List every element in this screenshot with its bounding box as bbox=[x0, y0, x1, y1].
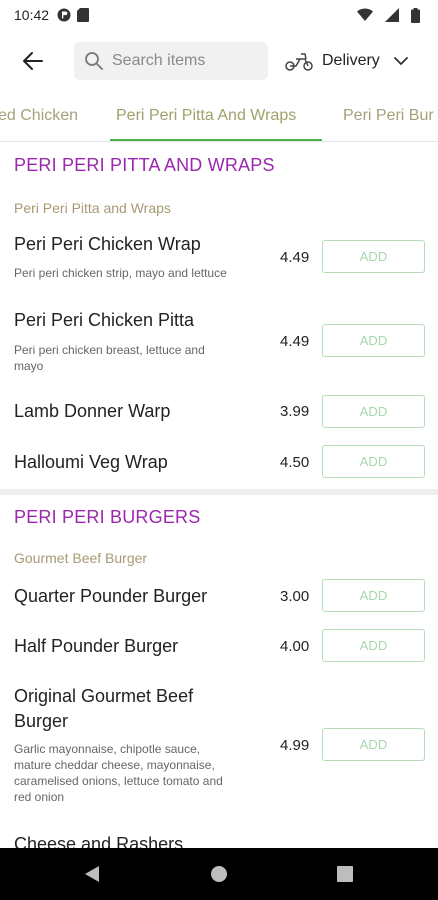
battery-icon bbox=[411, 7, 420, 23]
nav-home-button[interactable] bbox=[189, 848, 249, 900]
item-price: 3.00 bbox=[280, 588, 310, 605]
scooter-icon bbox=[285, 53, 313, 71]
nav-back-button[interactable] bbox=[62, 848, 122, 900]
item-description: caramelised onions, lettuce tomato and bbox=[14, 774, 223, 788]
item-description: mayo bbox=[14, 359, 44, 373]
tab-peri-peri-burgers[interactable]: Peri Peri Bur bbox=[343, 92, 434, 141]
nav-recents-button[interactable] bbox=[315, 848, 375, 900]
navigation-bar bbox=[0, 848, 438, 900]
item-description: Peri peri chicken breast, lettuce and bbox=[14, 343, 205, 357]
menu-list[interactable]: PERI PERI PITTA AND WRAPS Peri Peri Pitt… bbox=[0, 143, 438, 848]
item-name: Half Pounder Burger bbox=[14, 636, 179, 656]
back-button[interactable] bbox=[14, 43, 52, 79]
item-description: Peri peri chicken strip, mayo and lettuc… bbox=[14, 266, 227, 280]
chevron-down-icon bbox=[393, 56, 408, 66]
item-price: 4.49 bbox=[280, 333, 310, 350]
search-box[interactable] bbox=[74, 42, 268, 80]
delivery-selector[interactable]: Delivery bbox=[284, 42, 430, 80]
status-bar: 10:42 bbox=[0, 0, 438, 30]
add-button[interactable]: ADD bbox=[322, 728, 425, 761]
nav-back-icon bbox=[85, 866, 99, 882]
item-name: Peri Peri Chicken Wrap bbox=[14, 234, 201, 254]
item-name: Cheese and Rashers bbox=[14, 834, 184, 848]
app-notification-icon bbox=[57, 8, 71, 22]
nav-recents-icon bbox=[337, 866, 353, 882]
item-description: red onion bbox=[14, 790, 65, 804]
active-tab-indicator bbox=[110, 139, 322, 141]
item-name: Lamb Donner Warp bbox=[14, 401, 171, 421]
item-name: Quarter Pounder Burger bbox=[14, 586, 208, 606]
wifi-icon bbox=[357, 8, 373, 22]
item-name: Halloumi Veg Wrap bbox=[14, 452, 168, 472]
search-input[interactable] bbox=[112, 52, 252, 70]
sd-card-icon bbox=[77, 8, 90, 22]
section-subtitle: Peri Peri Pitta and Wraps bbox=[14, 200, 171, 216]
section-subtitle: Gourmet Beef Burger bbox=[14, 550, 148, 566]
signal-icon bbox=[385, 8, 399, 22]
item-description: Garlic mayonnaise, chipotle sauce, bbox=[14, 742, 201, 756]
add-button[interactable]: ADD bbox=[322, 629, 425, 662]
nav-home-icon bbox=[211, 866, 227, 882]
tab-peri-peri-pitta-and-wraps[interactable]: Peri Peri Pitta And Wraps bbox=[116, 92, 296, 141]
item-price: 3.99 bbox=[280, 403, 310, 420]
item-price: 4.50 bbox=[280, 454, 310, 471]
item-price: 4.00 bbox=[280, 638, 310, 655]
item-name: Burger bbox=[14, 711, 69, 731]
add-button[interactable]: ADD bbox=[322, 324, 425, 357]
add-button[interactable]: ADD bbox=[322, 395, 425, 428]
section-divider bbox=[0, 489, 438, 495]
section-title: PERI PERI PITTA AND WRAPS bbox=[14, 155, 275, 175]
search-icon bbox=[85, 52, 103, 70]
tab-peri-peri-chicken[interactable]: ed Chicken bbox=[0, 92, 78, 141]
item-price: 4.99 bbox=[280, 737, 310, 754]
add-button[interactable]: ADD bbox=[322, 579, 425, 612]
add-button[interactable]: ADD bbox=[322, 240, 425, 273]
add-button[interactable]: ADD bbox=[322, 445, 425, 478]
item-name: Original Gourmet Beef bbox=[14, 686, 194, 706]
status-time: 10:42 bbox=[14, 7, 50, 23]
category-tabs: ed Chicken Peri Peri Pitta And Wraps Per… bbox=[0, 92, 438, 142]
item-name: Peri Peri Chicken Pitta bbox=[14, 310, 195, 330]
delivery-label: Delivery bbox=[322, 52, 380, 69]
back-arrow-icon bbox=[23, 52, 43, 70]
toolbar: Delivery bbox=[0, 30, 438, 92]
item-price: 4.49 bbox=[280, 249, 310, 266]
item-description: mature cheddar cheese, mayonnaise, bbox=[14, 758, 215, 772]
section-title: PERI PERI BURGERS bbox=[14, 507, 201, 527]
